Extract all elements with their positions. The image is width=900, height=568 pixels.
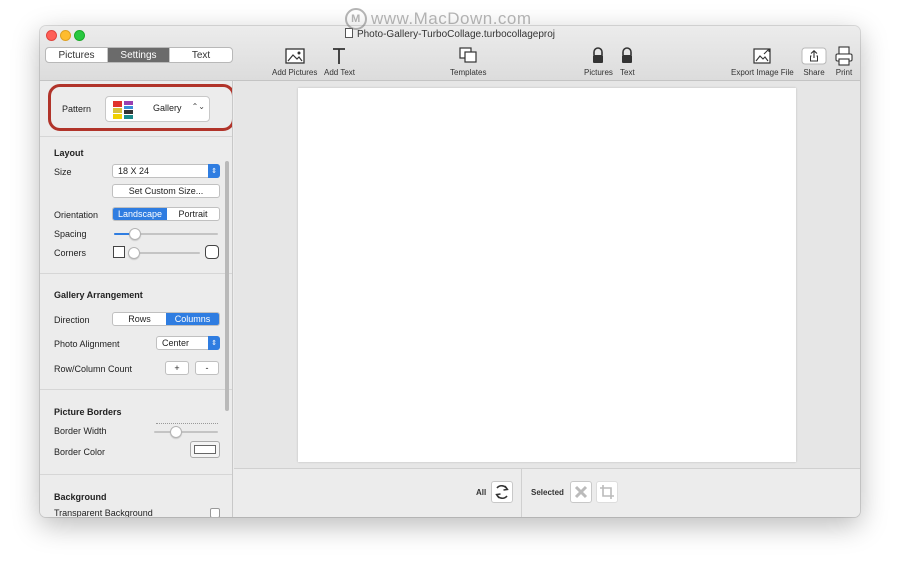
close-icon — [574, 485, 588, 499]
crop-selected-button[interactable] — [596, 481, 618, 503]
spacing-knob[interactable] — [128, 228, 141, 240]
share-icon — [801, 44, 827, 68]
sidebar-tabs: Pictures Settings Text — [45, 47, 233, 63]
updown-chevron-icon: ⇕ — [208, 336, 220, 350]
border-width-slider[interactable] — [154, 426, 218, 438]
transparent-background-label: Transparent Background — [54, 508, 153, 517]
spacing-label: Spacing — [54, 229, 87, 239]
settings-sidebar: Pattern Gallery ⌃⌄ Layout Size 18 X 24 ⇕… — [40, 81, 233, 517]
size-select[interactable]: 18 X 24 ⇕ — [112, 164, 220, 178]
pattern-label: Pattern — [62, 104, 92, 114]
refresh-icon — [495, 484, 509, 500]
updown-chevron-icon: ⌃⌄ — [191, 102, 205, 111]
tab-pictures[interactable]: Pictures — [46, 48, 108, 62]
border-color-label: Border Color — [54, 447, 106, 457]
pattern-selector[interactable]: Gallery ⌃⌄ — [105, 96, 210, 122]
set-custom-size-button[interactable]: Set Custom Size... — [112, 184, 220, 198]
lock-pictures-label: Pictures — [584, 68, 613, 77]
border-color-well[interactable] — [190, 441, 220, 458]
direction-control: Rows Columns — [112, 312, 220, 326]
gallery-arrangement-title: Gallery Arrangement — [54, 290, 143, 300]
print-label: Print — [835, 68, 853, 77]
divider — [40, 273, 232, 274]
border-color-swatch — [194, 445, 216, 454]
add-text-button[interactable]: Add Text — [324, 44, 355, 77]
add-pictures-label: Add Pictures — [272, 68, 318, 77]
corners-slider[interactable] — [128, 247, 200, 259]
divider — [40, 474, 232, 475]
crop-icon — [600, 485, 614, 499]
direction-rows[interactable]: Rows — [113, 313, 166, 325]
corners-label: Corners — [54, 248, 87, 258]
lock-text-label: Text — [620, 68, 635, 77]
gallery-pattern-icon — [113, 101, 133, 119]
titlebar: Photo-Gallery-TurboCollage.turbocollagep… — [40, 26, 860, 81]
templates-label: Templates — [450, 68, 487, 77]
add-pictures-icon — [284, 44, 306, 68]
photo-alignment-value: Center — [162, 338, 190, 348]
lock-icon — [620, 44, 634, 68]
print-button[interactable]: Print — [834, 44, 854, 77]
sidebar-scrollbar[interactable] — [225, 161, 229, 411]
count-increase-button[interactable]: + — [165, 361, 189, 375]
tab-text[interactable]: Text — [170, 48, 232, 62]
watermark-logo-icon: M — [345, 8, 367, 30]
export-image-label: Export Image File — [731, 68, 794, 77]
count-decrease-button[interactable]: - — [195, 361, 219, 375]
tab-settings[interactable]: Settings — [108, 48, 170, 62]
add-pictures-button[interactable]: Add Pictures — [272, 44, 317, 77]
corners-knob[interactable] — [128, 247, 140, 259]
all-label: All — [476, 488, 487, 497]
bottom-bar: All Selected — [234, 468, 860, 517]
lock-icon — [591, 44, 605, 68]
size-value: 18 X 24 — [118, 166, 150, 176]
border-width-label: Border Width — [54, 426, 107, 436]
size-label: Size — [54, 167, 72, 177]
bottom-divider — [521, 469, 522, 517]
layout-title: Layout — [54, 148, 84, 158]
background-title: Background — [54, 492, 107, 502]
photo-alignment-label: Photo Alignment — [54, 339, 120, 349]
direction-label: Direction — [54, 315, 90, 325]
export-image-icon — [751, 44, 773, 68]
transparent-background-checkbox[interactable] — [210, 508, 220, 517]
canvas-area — [234, 81, 860, 468]
shuffle-all-button[interactable] — [491, 481, 513, 503]
orientation-control: Landscape Portrait — [112, 207, 220, 221]
border-width-ticks — [156, 423, 218, 426]
pattern-value: Gallery — [153, 103, 182, 113]
border-width-knob[interactable] — [170, 426, 183, 438]
collage-page[interactable] — [298, 88, 796, 462]
share-label: Share — [803, 68, 825, 77]
add-text-label: Add Text — [324, 68, 355, 77]
rounded-corner-icon — [205, 245, 219, 259]
templates-icon — [457, 44, 479, 68]
lock-pictures-button[interactable]: Pictures — [584, 44, 613, 77]
share-button[interactable]: Share — [801, 44, 827, 77]
orientation-landscape[interactable]: Landscape — [113, 208, 167, 220]
photo-alignment-select[interactable]: Center ⇕ — [156, 336, 220, 350]
printer-icon — [834, 44, 854, 68]
orientation-portrait[interactable]: Portrait — [167, 208, 219, 220]
lock-text-button[interactable]: Text — [620, 44, 635, 77]
app-window: Photo-Gallery-TurboCollage.turbocollagep… — [40, 26, 860, 517]
watermark-text: www.MacDown.com — [371, 9, 532, 28]
watermark: M www.MacDown.com — [345, 8, 532, 30]
spacing-slider[interactable] — [114, 228, 218, 240]
divider — [40, 389, 232, 390]
templates-button[interactable]: Templates — [450, 44, 486, 77]
updown-chevron-icon: ⇕ — [208, 164, 220, 178]
export-image-button[interactable]: Export Image File — [731, 44, 794, 77]
add-text-icon — [331, 44, 347, 68]
selected-label: Selected — [531, 488, 564, 497]
row-column-count-label: Row/Column Count — [54, 364, 133, 374]
window-title-text: Photo-Gallery-TurboCollage.turbocollagep… — [356, 29, 556, 40]
square-corner-icon — [113, 246, 125, 258]
divider — [40, 136, 232, 137]
remove-selected-button[interactable] — [570, 481, 592, 503]
picture-borders-title: Picture Borders — [54, 407, 122, 417]
direction-columns[interactable]: Columns — [166, 313, 219, 325]
orientation-label: Orientation — [54, 210, 99, 220]
